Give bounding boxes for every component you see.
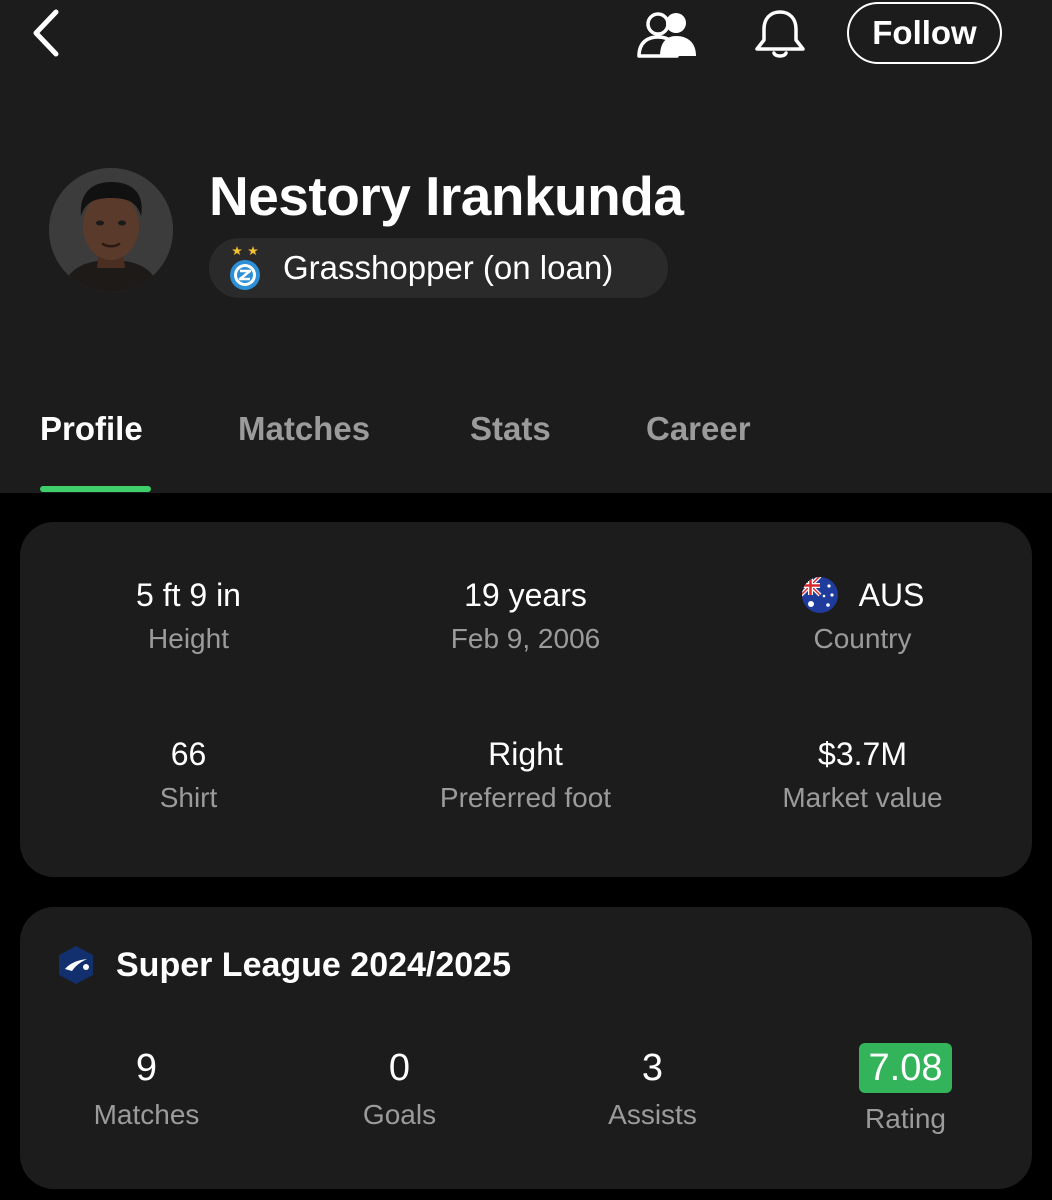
tab-career[interactable]: Career xyxy=(646,410,751,448)
people-icon xyxy=(637,12,696,58)
age-value: 19 years xyxy=(464,576,587,613)
notifications-button[interactable] xyxy=(752,8,808,60)
assists-value: 3 xyxy=(641,1046,664,1089)
foot-label: Preferred foot xyxy=(439,782,612,813)
foot-value: Right xyxy=(488,735,563,772)
league-header: Super League 2024/2025 xyxy=(56,945,511,985)
player-info-card: 5 ft 9 in Height 19 years Feb 9, 2006 AU… xyxy=(20,522,1032,877)
age-cell: 19 years Feb 9, 2006 xyxy=(357,575,694,655)
league-stats-card[interactable]: Super League 2024/2025 9 Matches 0 Goals… xyxy=(20,907,1032,1189)
grasshopper-logo-icon xyxy=(230,246,260,290)
tab-matches[interactable]: Matches xyxy=(238,410,370,448)
league-title: Super League 2024/2025 xyxy=(116,945,512,984)
market-value: $3.7M xyxy=(818,735,907,772)
tab-stats[interactable]: Stats xyxy=(470,410,551,448)
shirt-label: Shirt xyxy=(159,782,218,813)
goals-label: Goals xyxy=(362,1099,437,1130)
height-value: 5 ft 9 in xyxy=(136,576,241,613)
team-chip[interactable]: Grasshopper (on loan) xyxy=(209,238,668,298)
foot-cell: Right Preferred foot xyxy=(357,734,694,814)
super-league-logo-icon xyxy=(59,946,93,984)
goals-stat: 0 Goals xyxy=(273,1045,526,1131)
shirt-cell: 66 Shirt xyxy=(20,734,357,814)
country-value: AUS xyxy=(858,576,925,613)
goals-value: 0 xyxy=(388,1046,411,1089)
height-label: Height xyxy=(148,623,229,654)
chevron-left-icon xyxy=(33,9,59,57)
matches-value: 9 xyxy=(135,1046,158,1089)
assists-stat: 3 Assists xyxy=(526,1045,779,1131)
market-value-label: Market value xyxy=(782,782,943,813)
matches-stat: 9 Matches xyxy=(20,1045,273,1131)
player-header: Follow Nestory Irankunda Grasshopper (on… xyxy=(0,0,1052,493)
matches-label: Matches xyxy=(93,1099,200,1130)
team-name: Grasshopper (on loan) xyxy=(283,249,614,286)
rating-stat: 7.08 Rating xyxy=(779,1043,1032,1135)
follow-button[interactable]: Follow xyxy=(847,2,1002,64)
tab-profile[interactable]: Profile xyxy=(40,410,143,448)
bell-icon xyxy=(755,10,805,58)
height-cell: 5 ft 9 in Height xyxy=(20,575,357,655)
shirt-value: 66 xyxy=(170,735,207,772)
birth-date: Feb 9, 2006 xyxy=(450,623,601,654)
assists-label: Assists xyxy=(608,1099,697,1130)
country-cell: AUS Country xyxy=(694,575,1031,655)
rating-label: Rating xyxy=(865,1103,946,1134)
tab-bar: Profile Matches Stats Career xyxy=(0,400,1052,493)
back-button[interactable] xyxy=(28,8,68,58)
australia-flag-icon xyxy=(801,577,838,613)
active-tab-indicator xyxy=(40,486,151,492)
market-value-cell: $3.7M Market value xyxy=(694,734,1031,814)
squad-button[interactable] xyxy=(636,10,698,60)
rating-badge: 7.08 xyxy=(858,1043,953,1093)
player-avatar xyxy=(49,168,173,292)
player-name: Nestory Irankunda xyxy=(209,165,684,227)
country-label: Country xyxy=(813,623,912,654)
